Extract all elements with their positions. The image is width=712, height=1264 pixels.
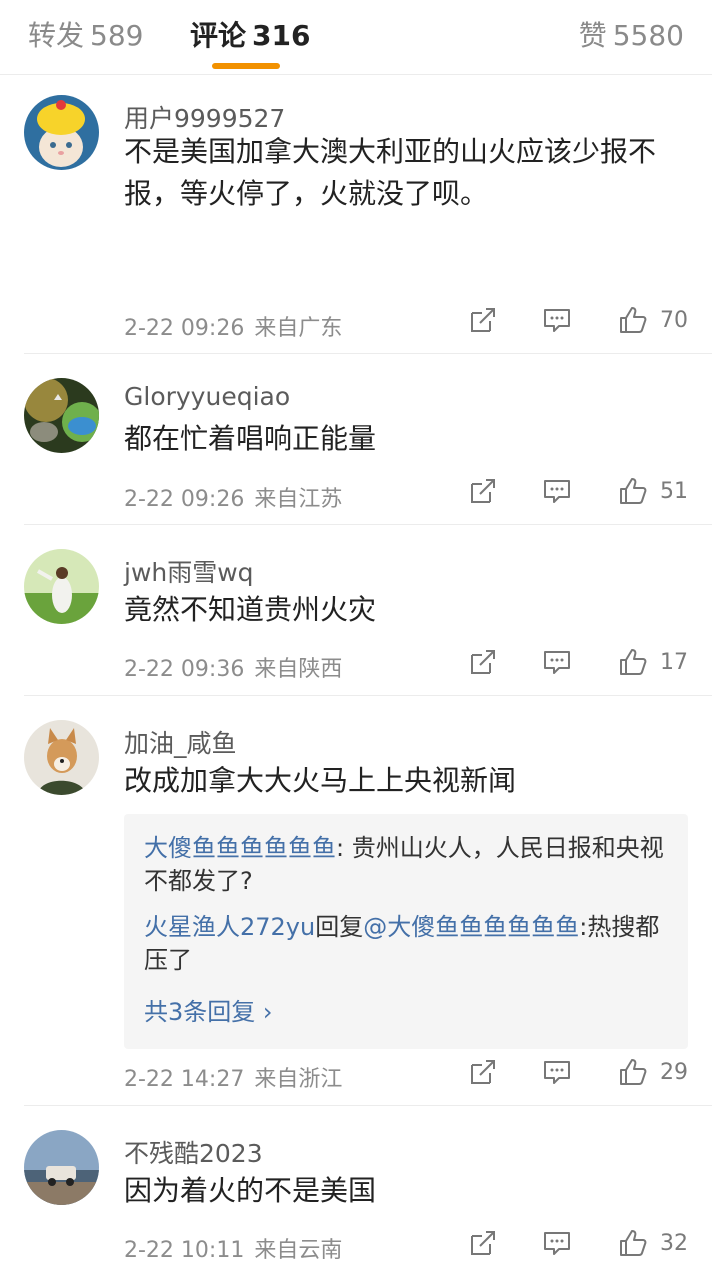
- like-button[interactable]: 70: [618, 305, 688, 335]
- like-count: 51: [660, 478, 688, 504]
- comment-icon: [544, 309, 570, 332]
- tab-likes[interactable]: 赞 5580: [579, 14, 684, 54]
- thumbs-up-icon: [620, 1230, 647, 1256]
- tab-likes-count: 5580: [612, 19, 684, 52]
- comment-time: 2-22 14:27: [124, 1067, 245, 1092]
- reply-item: 火星渔人272yu回复@大傻鱼鱼鱼鱼鱼鱼:热搜都压了: [144, 911, 668, 977]
- username[interactable]: jwh雨雪wq: [124, 553, 254, 589]
- more-replies-link[interactable]: 共3条回复 ›: [144, 990, 668, 1049]
- comment-time: 2-22 10:11: [124, 1238, 245, 1263]
- comment-location: 来自陕西: [254, 657, 343, 682]
- divider: [24, 524, 712, 525]
- tab-reposts-count: 589: [90, 19, 144, 52]
- share-button[interactable]: [468, 305, 498, 335]
- thumbs-up-icon: [620, 478, 647, 504]
- comment-icon: [544, 1061, 570, 1084]
- avatar[interactable]: [24, 1130, 99, 1205]
- thumbs-up-icon: [620, 307, 647, 333]
- comment-text: 竟然不知道贵州火灾: [124, 593, 377, 626]
- reply-mention[interactable]: @大傻鱼鱼鱼鱼鱼鱼: [363, 913, 579, 941]
- comment-tabs: 转发 589 评论 316 赞 5580: [0, 0, 712, 75]
- reply-item: 大傻鱼鱼鱼鱼鱼鱼: 贵州山火人，人民日报和央视不都发了?: [144, 832, 668, 898]
- reply-word: 回复: [315, 913, 364, 941]
- comment-text: 都在忙着唱响正能量: [124, 422, 377, 455]
- reply-author[interactable]: 火星渔人272yu: [144, 913, 315, 941]
- comment-text: 改成加拿大大火马上上央视新闻: [124, 764, 517, 797]
- avatar-landscape-icon: [24, 378, 99, 453]
- comment-location: 来自广东: [254, 316, 343, 341]
- comment-meta: 2-22 09:26 来自广东: [124, 310, 342, 342]
- share-icon: [471, 308, 495, 332]
- tab-comments[interactable]: 评论 316: [190, 14, 310, 54]
- divider: [24, 695, 712, 696]
- thumbs-up-icon: [620, 649, 647, 675]
- comment-time: 2-22 09:36: [124, 657, 245, 682]
- comment-location: 来自云南: [254, 1238, 343, 1263]
- comment-time: 2-22 09:26: [124, 487, 245, 512]
- thumbs-up-icon: [620, 1059, 647, 1085]
- comment-time: 2-22 09:26: [124, 316, 245, 341]
- tab-likes-label: 赞: [578, 19, 607, 52]
- reply-button[interactable]: [542, 305, 572, 335]
- like-count: 17: [660, 649, 688, 675]
- reply-button[interactable]: [542, 476, 572, 506]
- tab-comments-label: 评论: [190, 19, 247, 52]
- avatar-car-by-sea-icon: [24, 1130, 99, 1205]
- comment-meta: 2-22 09:26 来自江苏: [124, 481, 342, 513]
- divider: [24, 353, 712, 354]
- comment-icon: [544, 1232, 570, 1255]
- avatar[interactable]: [24, 378, 99, 453]
- comment-text: 不是美国加拿大澳大利亚的山火应该少报不报，等火停了，火就没了呗。: [124, 135, 657, 210]
- share-icon: [471, 1060, 495, 1084]
- reply-button[interactable]: [542, 1057, 572, 1087]
- share-icon: [471, 650, 495, 674]
- reply-button[interactable]: [542, 647, 572, 677]
- comment-location: 来自江苏: [254, 487, 343, 512]
- divider: [24, 1105, 712, 1106]
- share-icon: [471, 1231, 495, 1255]
- comment-actions: 51: [468, 476, 688, 506]
- like-count: 70: [660, 307, 688, 333]
- share-icon: [471, 479, 495, 503]
- comment-location: 来自浙江: [254, 1067, 343, 1092]
- avatar-shiba-dog-icon: [24, 720, 99, 795]
- avatar[interactable]: [24, 95, 99, 170]
- avatar-cat-duck-hat-icon: [24, 95, 99, 170]
- like-button[interactable]: 17: [618, 647, 688, 677]
- share-button[interactable]: [468, 647, 498, 677]
- username[interactable]: 加油_咸鱼: [124, 724, 237, 760]
- comment-text: 因为着火的不是美国: [124, 1174, 377, 1207]
- comment-meta: 2-22 09:36 来自陕西: [124, 651, 342, 683]
- tab-reposts[interactable]: 转发 589: [28, 14, 143, 54]
- share-button[interactable]: [468, 1228, 498, 1258]
- comment-meta: 2-22 10:11 来自云南: [124, 1232, 342, 1264]
- like-button[interactable]: 51: [618, 476, 688, 506]
- avatar[interactable]: [24, 720, 99, 795]
- tab-reposts-label: 转发: [28, 19, 85, 52]
- comment-actions: 17: [468, 647, 688, 677]
- reply-author[interactable]: 大傻鱼鱼鱼鱼鱼鱼: [144, 834, 336, 862]
- username[interactable]: 不残酷2023: [124, 1134, 263, 1170]
- comment-icon: [544, 480, 570, 503]
- comment-meta: 2-22 14:27 来自浙江: [124, 1061, 342, 1093]
- comment-actions: 70: [468, 305, 688, 335]
- avatar[interactable]: [24, 549, 99, 624]
- comment-icon: [544, 651, 570, 674]
- like-button[interactable]: 32: [618, 1228, 688, 1258]
- tab-comments-count: 316: [252, 19, 311, 52]
- comment-actions: 29: [468, 1057, 688, 1087]
- username[interactable]: Gloryyueqiao: [124, 382, 290, 411]
- active-tab-indicator: [212, 63, 280, 69]
- reply-button[interactable]: [542, 1228, 572, 1258]
- like-count: 32: [660, 1230, 688, 1256]
- share-button[interactable]: [468, 476, 498, 506]
- comment-actions: 32: [468, 1228, 688, 1258]
- like-button[interactable]: 29: [618, 1057, 688, 1087]
- reply-preview-box[interactable]: 大傻鱼鱼鱼鱼鱼鱼: 贵州山火人，人民日报和央视不都发了? 火星渔人272yu回复…: [124, 814, 688, 1049]
- like-count: 29: [660, 1059, 688, 1085]
- share-button[interactable]: [468, 1057, 498, 1087]
- avatar-figure-in-field-icon: [24, 549, 99, 624]
- username[interactable]: 用户9999527: [124, 99, 285, 135]
